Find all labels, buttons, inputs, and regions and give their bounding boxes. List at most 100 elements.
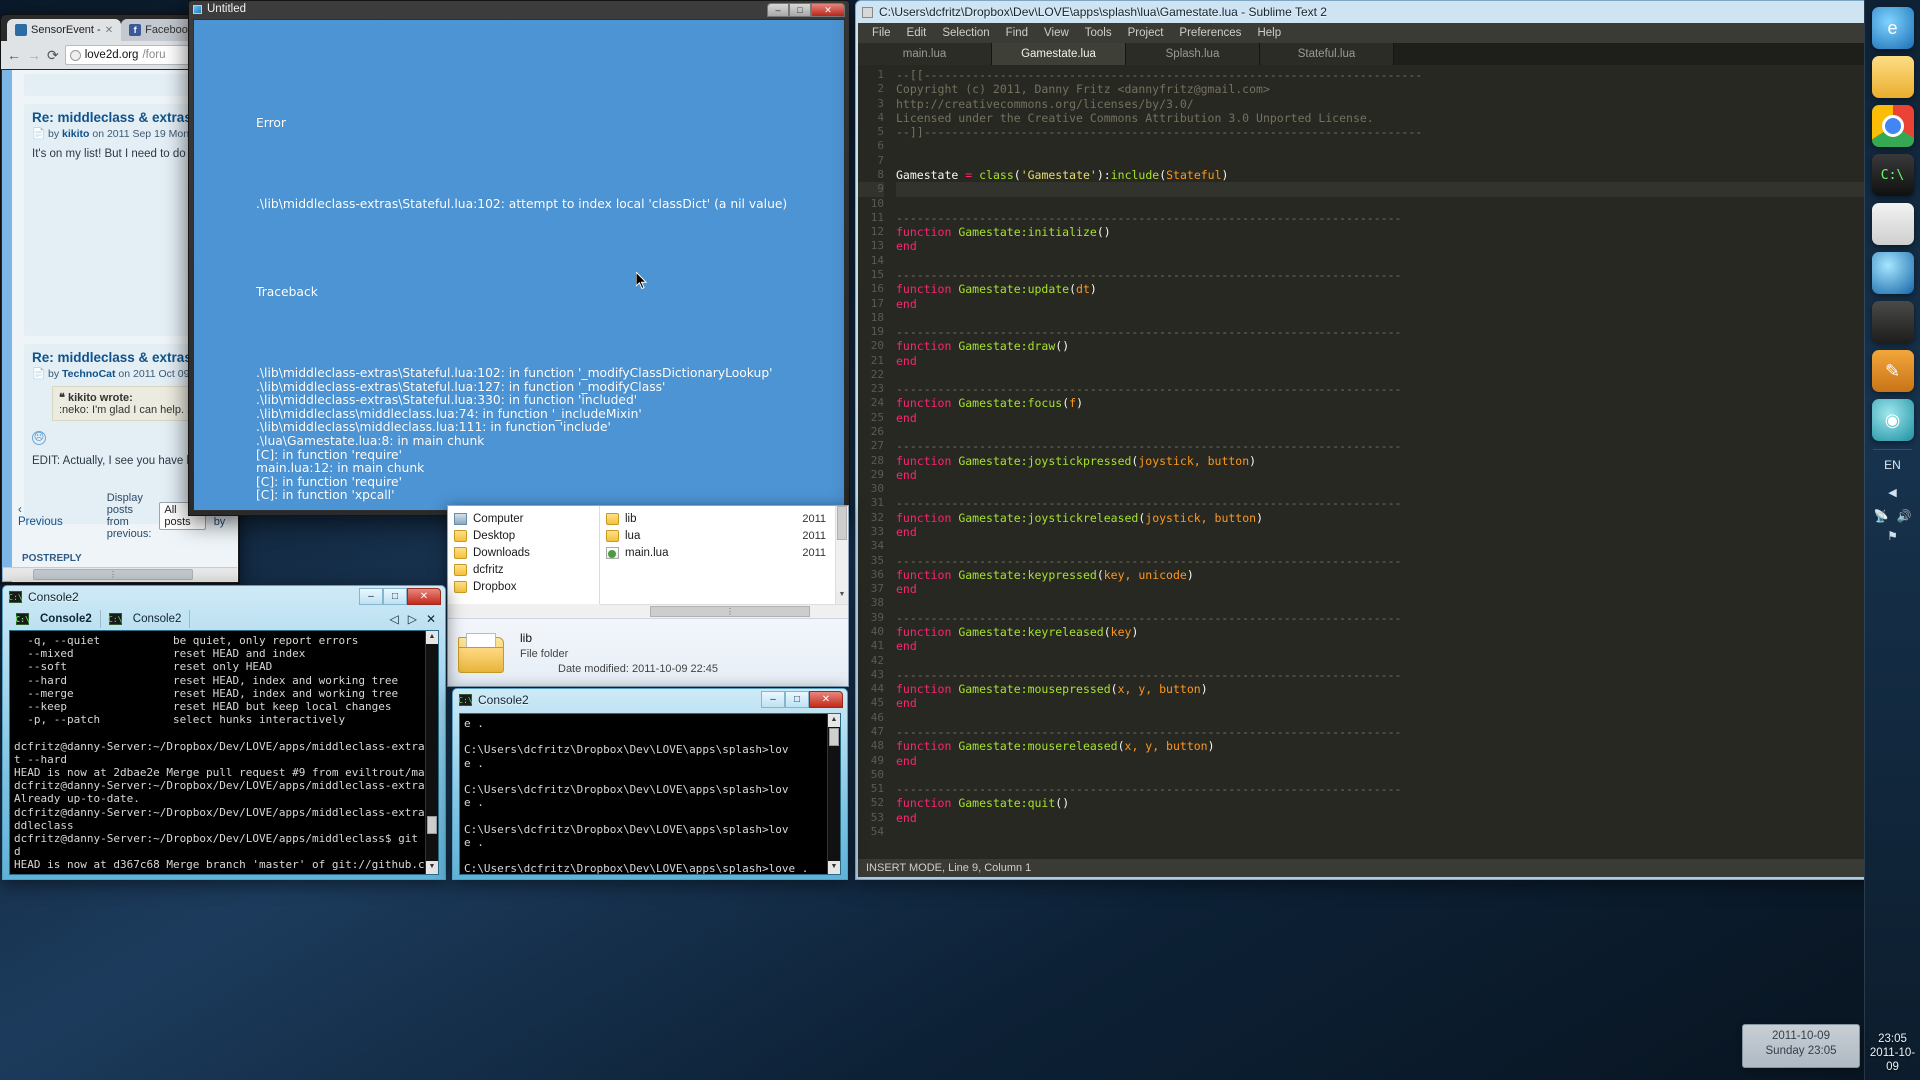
code-line[interactable]: function Gamestate:joystickpressed(joyst… xyxy=(896,454,1920,468)
console2-right-window[interactable]: C:\ Console2 – □ ✕ e . C:\Users\dcfritz\… xyxy=(452,688,848,880)
editor-tab-Stateful-lua[interactable]: Stateful.lua xyxy=(1260,43,1394,65)
close-icon[interactable]: ✕ xyxy=(105,25,113,36)
minimize-button[interactable]: – xyxy=(359,588,383,605)
code-line[interactable]: end xyxy=(896,525,1920,539)
teal-app-icon[interactable]: ◉ xyxy=(1871,399,1914,441)
love-error-window[interactable]: Untitled – □ ✕ Error .\lib\middleclass-e… xyxy=(188,0,850,516)
code-line[interactable]: function Gamestate:mousereleased(x, y, b… xyxy=(896,739,1920,753)
code-line[interactable]: end xyxy=(896,754,1920,768)
code-line[interactable]: function Gamestate:focus(f) xyxy=(896,396,1920,410)
code-line[interactable]: function Gamestate:keyreleased(key) xyxy=(896,625,1920,639)
scroll-up-icon[interactable]: ▲ xyxy=(426,631,438,644)
code-line[interactable]: end xyxy=(896,239,1920,253)
menu-item-find[interactable]: Find xyxy=(998,25,1036,41)
code-line[interactable]: Licensed under the Creative Commons Attr… xyxy=(896,111,1920,125)
close-button[interactable]: ✕ xyxy=(407,588,441,605)
minimize-button[interactable]: – xyxy=(761,691,785,708)
menu-item-file[interactable]: File xyxy=(864,25,899,41)
code-line[interactable] xyxy=(896,711,1920,725)
code-line[interactable] xyxy=(896,768,1920,782)
terminal-scrollbar[interactable]: ▲ ▼ xyxy=(827,714,840,874)
next-tab-icon[interactable]: ▷ xyxy=(408,612,417,626)
menu-item-tools[interactable]: Tools xyxy=(1077,25,1120,41)
code-line[interactable] xyxy=(896,539,1920,553)
code-line[interactable] xyxy=(896,139,1920,153)
explorer-nav-item[interactable]: Downloads xyxy=(448,544,599,561)
code-line[interactable]: end xyxy=(896,582,1920,596)
prev-tab-icon[interactable]: ◁ xyxy=(389,612,398,626)
explorer-nav-item[interactable]: Dropbox xyxy=(448,578,599,595)
menu-item-preferences[interactable]: Preferences xyxy=(1171,25,1249,41)
code-line[interactable]: function Gamestate:mousepressed(x, y, bu… xyxy=(896,682,1920,696)
code-line[interactable] xyxy=(896,154,1920,168)
code-line[interactable]: end xyxy=(896,411,1920,425)
menu-item-edit[interactable]: Edit xyxy=(899,25,935,41)
back-icon[interactable]: ← xyxy=(7,47,21,63)
menu-item-selection[interactable]: Selection xyxy=(934,25,997,41)
code-line[interactable] xyxy=(896,182,1920,197)
scrollbar-thumb[interactable] xyxy=(837,506,847,540)
code-line[interactable]: ----------------------------------------… xyxy=(896,668,1920,682)
explorer-horizontal-scrollbar[interactable]: ⋮ xyxy=(600,604,848,618)
code-line[interactable]: --]]------------------------------------… xyxy=(896,125,1920,139)
close-button[interactable]: ✕ xyxy=(809,691,843,708)
postreply-button[interactable]: POSTREPLY xyxy=(22,553,82,564)
scrollbar-thumb[interactable] xyxy=(829,728,839,746)
explorer-nav-item[interactable]: Computer xyxy=(448,510,599,527)
love-titlebar[interactable]: Untitled – □ ✕ xyxy=(189,1,849,17)
console-tab-1[interactable]: C:\ Console2 xyxy=(8,610,101,628)
code-line[interactable]: http://creativecommons.org/licenses/by/3… xyxy=(896,97,1920,111)
pencil-icon[interactable]: ✎ xyxy=(1871,350,1914,392)
reload-icon[interactable]: ⟳ xyxy=(47,47,59,64)
code-line[interactable] xyxy=(896,654,1920,668)
file-explorer-window[interactable]: Computer Desktop Downloads dcfritz Dropbox l… xyxy=(447,505,849,687)
console-titlebar[interactable]: C:\ Console2 – □ ✕ xyxy=(3,586,445,608)
code-line[interactable]: Copyright (c) 2011, Danny Fritz <dannyfr… xyxy=(896,82,1920,96)
post-author[interactable]: TechnoCat xyxy=(62,368,115,380)
code-line[interactable]: ----------------------------------------… xyxy=(896,382,1920,396)
maximize-button[interactable]: □ xyxy=(785,691,809,708)
post-author[interactable]: kikito xyxy=(62,128,89,140)
code-line[interactable] xyxy=(896,254,1920,268)
folder-icon[interactable] xyxy=(1871,56,1914,98)
taskbar-clock[interactable]: 23:05 2011-10-09 xyxy=(1865,1032,1920,1074)
previous-page-link[interactable]: ‹ Previous xyxy=(18,504,63,528)
editor-tab-Splash-lua[interactable]: Splash.lua xyxy=(1126,43,1260,65)
explorer-file-row[interactable]: lib 2011 xyxy=(600,510,848,527)
code-line[interactable]: end xyxy=(896,696,1920,710)
code-line[interactable] xyxy=(896,425,1920,439)
code-line[interactable]: ----------------------------------------… xyxy=(896,611,1920,625)
maximize-button[interactable]: □ xyxy=(383,588,407,605)
code-line[interactable]: ----------------------------------------… xyxy=(896,782,1920,796)
code-line[interactable]: ----------------------------------------… xyxy=(896,439,1920,453)
language-indicator[interactable]: EN xyxy=(1865,458,1920,472)
network-icon[interactable]: 📡 xyxy=(1874,509,1889,523)
explorer-vertical-scrollbar[interactable]: ▼ xyxy=(835,506,848,604)
sublime-text-window[interactable]: C:\Users\dcfritz\Dropbox\Dev\LOVE\apps\s… xyxy=(855,0,1920,880)
maximize-button[interactable]: □ xyxy=(789,3,811,17)
code-line[interactable] xyxy=(896,368,1920,382)
scroll-down-icon[interactable]: ▼ xyxy=(426,861,438,874)
code-line[interactable]: function Gamestate:joystickreleased(joys… xyxy=(896,511,1920,525)
editor-tab-main-lua[interactable]: main.lua xyxy=(858,43,992,65)
console-terminal[interactable]: -q, --quiet be quiet, only report errors… xyxy=(9,630,439,875)
console-tab-2[interactable]: C:\ Console2 xyxy=(101,610,191,628)
code-line[interactable]: ----------------------------------------… xyxy=(896,725,1920,739)
show-hidden-icons-icon[interactable]: ◀ xyxy=(1865,486,1920,499)
code-line[interactable]: end xyxy=(896,354,1920,368)
code-line[interactable]: ----------------------------------------… xyxy=(896,554,1920,568)
code-line[interactable] xyxy=(896,311,1920,325)
explorer-nav-item[interactable]: Desktop xyxy=(448,527,599,544)
explorer-file-row[interactable]: lua 2011 xyxy=(600,527,848,544)
code-line[interactable]: function Gamestate:keypressed(key, unico… xyxy=(896,568,1920,582)
code-line[interactable] xyxy=(896,482,1920,496)
console2-left-window[interactable]: C:\ Console2 – □ ✕ C:\ Console2 C:\ Cons… xyxy=(2,585,446,880)
code-line[interactable]: ----------------------------------------… xyxy=(896,211,1920,225)
sublime-titlebar[interactable]: C:\Users\dcfritz\Dropbox\Dev\LOVE\apps\s… xyxy=(856,1,1920,23)
code-line[interactable]: end xyxy=(896,639,1920,653)
code-editor[interactable]: 1 2 3 4 5 6 7 8 9 10 11 12 13 14 15 16 17 18 19 20 21 22 23 24 2… xyxy=(858,65,1920,859)
scrollbar-thumb[interactable]: ⋮ xyxy=(33,569,193,580)
terminal-scrollbar[interactable]: ▲ ▼ xyxy=(425,631,438,874)
code-line[interactable]: function Gamestate:quit() xyxy=(896,796,1920,810)
code-line[interactable] xyxy=(896,596,1920,610)
